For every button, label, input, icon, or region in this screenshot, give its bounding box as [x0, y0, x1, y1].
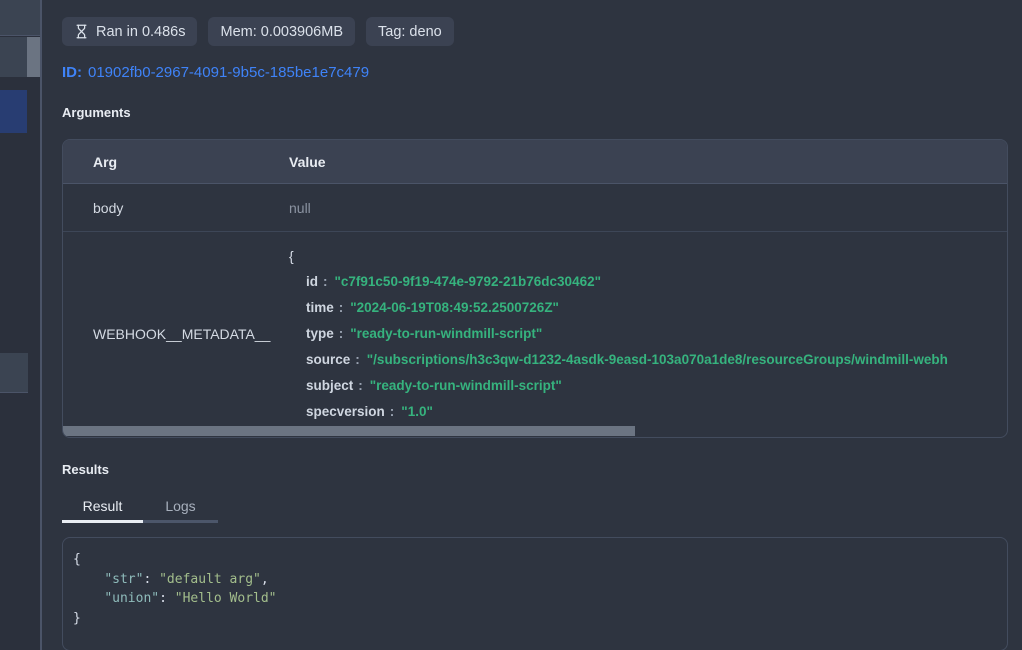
results-tabs: ResultLogs — [62, 493, 1008, 523]
arg-name-body: body — [63, 200, 277, 216]
horizontal-scrollbar-thumb[interactable] — [63, 426, 635, 436]
json-value: "c7f91c50-9f19-474e-9792-21b76dc30462" — [335, 274, 602, 289]
json-colon: : — [385, 404, 402, 419]
left-sidebar — [0, 0, 42, 650]
sidebar-list-row[interactable] — [0, 37, 40, 77]
badge-label: Mem: 0.003906MB — [220, 24, 343, 40]
code-line: "str": "default arg", — [73, 570, 997, 590]
stat-badge-1: Mem: 0.003906MB — [208, 17, 355, 46]
json-colon: : — [334, 326, 351, 341]
arguments-table-header: Arg Value — [63, 140, 1007, 184]
json-open-brace: { — [289, 243, 1007, 269]
json-entry-type: type:"ready-to-run-windmill-script" — [289, 321, 1007, 347]
json-key: specversion — [306, 404, 385, 419]
json-entry-time: time:"2024-06-19T08:49:52.2500726Z" — [289, 295, 1007, 321]
sidebar-list-header — [0, 0, 40, 36]
table-row: WEBHOOK__METADATA__ {id:"c7f91c50-9f19-4… — [63, 232, 1007, 425]
main-panel: Ran in 0.486s Mem: 0.003906MB Tag: deno ID… — [42, 0, 1022, 650]
tab-result[interactable]: Result — [62, 493, 143, 523]
result-json-code-block[interactable]: { "str": "default arg", "union": "Hello … — [62, 537, 1008, 650]
json-colon: : — [318, 274, 335, 289]
tab-logs[interactable]: Logs — [143, 493, 218, 523]
badge-label: Ran in 0.486s — [96, 24, 185, 40]
json-value: "ready-to-run-windmill-script" — [370, 378, 562, 393]
json-key: id — [306, 274, 318, 289]
run-stats-badges: Ran in 0.486s Mem: 0.003906MB Tag: deno — [62, 17, 1008, 46]
column-header-value: Value — [277, 154, 1007, 170]
json-value: "ready-to-run-windmill-script" — [350, 326, 542, 341]
column-header-arg: Arg — [63, 154, 277, 170]
arguments-table: Arg Value body null WEBHOOK__METADATA__ … — [62, 139, 1008, 438]
stat-badge-0: Ran in 0.486s — [62, 17, 197, 46]
json-object-viewer: {id:"c7f91c50-9f19-474e-9792-21b76dc3046… — [277, 243, 1007, 425]
json-entry-id: id:"c7f91c50-9f19-474e-9792-21b76dc30462… — [289, 269, 1007, 295]
json-colon: : — [350, 352, 367, 367]
code-line: } — [73, 609, 997, 629]
results-section-title: Results — [62, 462, 1008, 477]
json-key: type — [306, 326, 334, 341]
json-colon: : — [353, 378, 370, 393]
hourglass-icon — [74, 24, 89, 39]
json-value: "1.0" — [401, 404, 433, 419]
sidebar-list-row-bottom[interactable] — [0, 353, 28, 393]
json-key: source — [306, 352, 350, 367]
badge-label: Tag: deno — [378, 24, 442, 40]
run-id-value[interactable]: 01902fb0-2967-4091-9b5c-185be1e7c479 — [88, 64, 369, 81]
run-id-line: ID: 01902fb0-2967-4091-9b5c-185be1e7c479 — [62, 64, 1008, 81]
json-entry-source: source:"/subscriptions/h3c3qw-d1232-4asd… — [289, 347, 1007, 373]
json-entry-specversion: specversion:"1.0" — [289, 399, 1007, 425]
json-key: subject — [306, 378, 353, 393]
sidebar-selected-row[interactable] — [0, 90, 27, 133]
json-colon: : — [334, 300, 351, 315]
json-entry-subject: subject:"ready-to-run-windmill-script" — [289, 373, 1007, 399]
arg-name-webhook-metadata: WEBHOOK__METADATA__ — [63, 243, 277, 425]
json-key: time — [306, 300, 334, 315]
arguments-table-horizontal-scrollbar[interactable] — [63, 425, 1007, 437]
table-row: body null — [63, 184, 1007, 232]
code-line: "union": "Hello World" — [73, 589, 997, 609]
arg-value-null: null — [277, 200, 1007, 216]
stat-badge-2: Tag: deno — [366, 17, 454, 46]
code-line: { — [73, 550, 997, 570]
arguments-section-title: Arguments — [62, 105, 1008, 120]
sidebar-vertical-scrollbar-thumb[interactable] — [27, 37, 40, 77]
json-value: "2024-06-19T08:49:52.2500726Z" — [350, 300, 559, 315]
run-id-label: ID: — [62, 64, 82, 81]
json-value: "/subscriptions/h3c3qw-d1232-4asdk-9easd… — [367, 352, 948, 367]
